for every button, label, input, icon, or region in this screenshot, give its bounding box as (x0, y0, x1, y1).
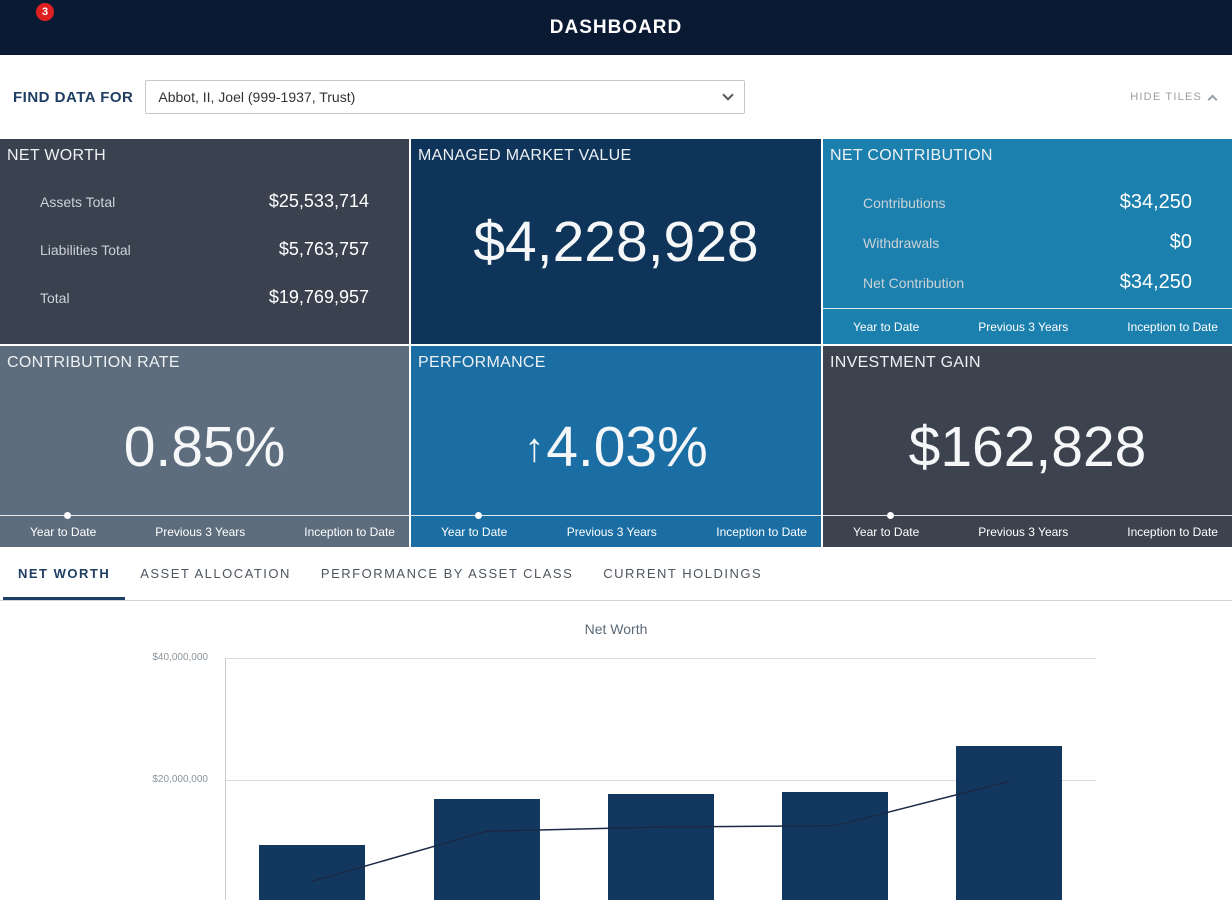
period-previous-3-years[interactable]: Previous 3 Years (978, 320, 1068, 334)
row-label: Assets Total (40, 194, 115, 210)
tile-title: NET WORTH (7, 147, 106, 165)
period-inception-to-date[interactable]: Inception to Date (1127, 525, 1218, 539)
row-value: $5,763,757 (279, 239, 369, 260)
period-year-to-date[interactable]: Year to Date (30, 525, 96, 539)
net-worth-bar (259, 845, 365, 900)
period-year-to-date[interactable]: Year to Date (853, 525, 919, 539)
row-label: Net Contribution (863, 275, 964, 291)
chevron-up-icon (1208, 94, 1218, 104)
find-data-label: FIND DATA FOR (13, 89, 133, 106)
tab-net-worth[interactable]: NET WORTH (3, 547, 125, 600)
client-selector-value: Abbot, II, Joel (999-1937, Trust) (158, 89, 355, 105)
period-year-to-date[interactable]: Year to Date (853, 320, 919, 334)
tile-row: Assets Total $25,533,714 (40, 191, 369, 212)
hide-tiles-label: HIDE TILES (1130, 91, 1202, 103)
summary-tiles-grid: NET WORTH Assets Total $25,533,714 Liabi… (0, 139, 1232, 547)
net-worth-chart: Net Worth $40,000,000 $20,000,000 (0, 601, 1232, 900)
row-label: Withdrawals (863, 235, 939, 251)
row-value: $25,533,714 (269, 191, 369, 212)
tile-row: Total $19,769,957 (40, 287, 369, 308)
selected-period-indicator-dot (887, 512, 894, 519)
notification-badge: 3 (36, 3, 54, 21)
net-worth-bar (782, 792, 888, 900)
selected-period-indicator-dot (475, 512, 482, 519)
tile-rows: Assets Total $25,533,714 Liabilities Tot… (0, 191, 409, 335)
gridline (225, 658, 1096, 659)
period-inception-to-date[interactable]: Inception to Date (304, 525, 395, 539)
client-selector-dropdown[interactable]: Abbot, II, Joel (999-1937, Trust) (145, 80, 745, 114)
page-title: DASHBOARD (550, 17, 683, 39)
tab-performance-by-asset-class[interactable]: PERFORMANCE BY ASSET CLASS (306, 547, 588, 600)
period-selector: Year to Date Previous 3 Years Inception … (823, 308, 1232, 344)
net-worth-bar (956, 746, 1062, 900)
y-axis-tick-label: $20,000,000 (152, 774, 208, 785)
period-previous-3-years[interactable]: Previous 3 Years (567, 525, 657, 539)
row-label: Liabilities Total (40, 242, 131, 258)
row-label: Contributions (863, 195, 946, 211)
tab-current-holdings[interactable]: CURRENT HOLDINGS (588, 547, 777, 600)
tile-row: Net Contribution $34,250 (863, 271, 1192, 294)
chart-title: Net Worth (0, 621, 1232, 637)
chevron-down-icon (723, 89, 734, 100)
net-worth-bar (434, 799, 540, 900)
period-selector: Year to Date Previous 3 Years Inception … (0, 515, 409, 547)
tile-managed-market-value: MANAGED MARKET VALUE $4,228,928 (411, 139, 821, 344)
y-axis-tick-label: $40,000,000 (152, 652, 208, 663)
tile-rows: Contributions $34,250 Withdrawals $0 Net… (823, 191, 1232, 311)
row-value: $34,250 (1120, 271, 1192, 294)
row-value: $19,769,957 (269, 287, 369, 308)
y-axis-line (225, 658, 226, 900)
period-previous-3-years[interactable]: Previous 3 Years (155, 525, 245, 539)
tile-row: Withdrawals $0 (863, 231, 1192, 254)
performance-value: 4.03% (546, 414, 708, 480)
period-year-to-date[interactable]: Year to Date (441, 525, 507, 539)
selected-period-indicator-dot (64, 512, 71, 519)
tile-net-worth: NET WORTH Assets Total $25,533,714 Liabi… (0, 139, 409, 344)
find-data-bar: FIND DATA FOR Abbot, II, Joel (999-1937,… (0, 55, 1232, 139)
row-label: Total (40, 290, 70, 306)
period-inception-to-date[interactable]: Inception to Date (1127, 320, 1218, 334)
tile-title: NET CONTRIBUTION (830, 147, 993, 165)
tile-row: Liabilities Total $5,763,757 (40, 239, 369, 260)
tile-net-contribution: NET CONTRIBUTION Contributions $34,250 W… (823, 139, 1232, 344)
tile-investment-gain: INVESTMENT GAIN $162,828 Year to Date Pr… (823, 346, 1232, 547)
row-value: $0 (1170, 231, 1192, 254)
section-tabs: NET WORTH ASSET ALLOCATION PERFORMANCE B… (0, 547, 1232, 601)
top-app-bar: 3 DASHBOARD (0, 0, 1232, 55)
tile-performance: PERFORMANCE ↑ 4.03% Year to Date Previou… (411, 346, 821, 547)
tab-asset-allocation[interactable]: ASSET ALLOCATION (125, 547, 306, 600)
tile-row: Contributions $34,250 (863, 191, 1192, 214)
up-arrow-icon: ↑ (524, 426, 544, 471)
net-worth-bar (608, 794, 714, 900)
hide-tiles-button[interactable]: HIDE TILES (1130, 91, 1216, 103)
tile-big-value: $4,228,928 (411, 139, 821, 344)
period-selector: Year to Date Previous 3 Years Inception … (411, 515, 821, 547)
period-selector: Year to Date Previous 3 Years Inception … (823, 515, 1232, 547)
row-value: $34,250 (1120, 191, 1192, 214)
period-previous-3-years[interactable]: Previous 3 Years (978, 525, 1068, 539)
period-inception-to-date[interactable]: Inception to Date (716, 525, 807, 539)
tile-contribution-rate: CONTRIBUTION RATE 0.85% Year to Date Pre… (0, 346, 409, 547)
